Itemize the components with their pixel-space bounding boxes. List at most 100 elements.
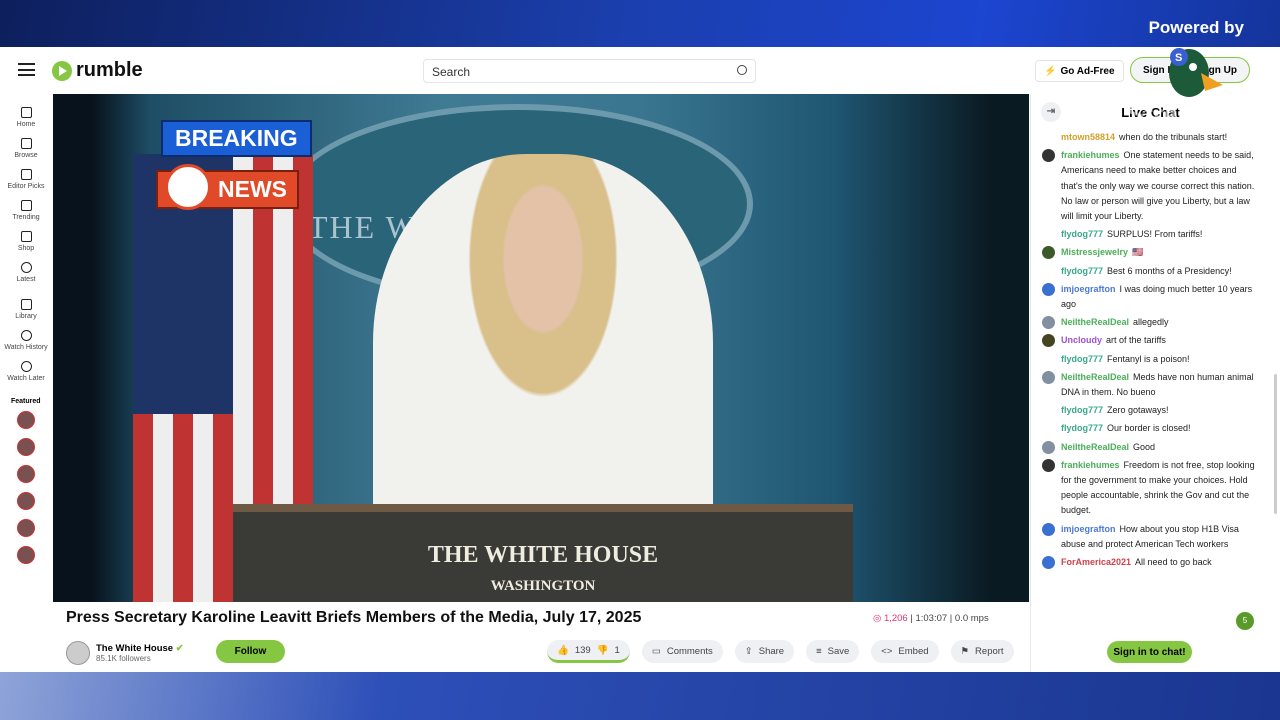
featured-channel-avatar[interactable] <box>17 519 35 537</box>
browse-icon <box>20 138 32 149</box>
chat-message: flydog777 SURPLUS! From tariffs! <box>1031 227 1263 245</box>
featured-channel-avatar[interactable] <box>17 492 35 510</box>
lightning-icon: ⚡ <box>1044 65 1057 77</box>
user-avatar[interactable] <box>1042 458 1055 472</box>
chat-username[interactable]: NeiltheRealDeal <box>1061 372 1129 382</box>
sidebar-item-label: Editor Picks <box>7 183 45 190</box>
chat-text: 🇺🇸 <box>1132 247 1144 258</box>
collapse-chat-icon[interactable]: ⇥ <box>1041 102 1061 122</box>
chat-username[interactable]: flydog777 <box>1061 266 1103 276</box>
chat-text: Good <box>1133 441 1156 452</box>
featured-channel-avatar[interactable] <box>17 465 35 483</box>
podium: THE WHITE HOUSE WASHINGTON <box>233 504 853 602</box>
go-ad-free-label: Go Ad-Free <box>1060 65 1115 77</box>
featured-channel-avatar[interactable] <box>17 411 35 429</box>
chat-username[interactable]: imjoegrafton <box>1061 524 1116 534</box>
podium-title: THE WHITE HOUSE <box>427 542 659 568</box>
award-icon <box>20 169 32 180</box>
rumble-play-icon <box>52 60 72 81</box>
sidebar-item-trending[interactable]: Trending <box>0 200 52 221</box>
streamyard-watermark: StreamYard <box>1127 99 1272 129</box>
sidebar-item-label: Latest <box>16 276 36 283</box>
user-avatar[interactable] <box>1042 282 1055 296</box>
sidebar-item-label: Browse <box>14 152 38 159</box>
sign-in-to-chat-button[interactable]: Sign in to chat! <box>1107 641 1192 663</box>
sidebar-item-browse[interactable]: Browse <box>0 138 52 159</box>
powered-by-label: Powered by <box>1148 18 1244 37</box>
new-messages-badge[interactable]: 5 <box>1236 612 1254 630</box>
logo-text: rumble <box>76 59 143 81</box>
chat-message: mtown58814 when do the tribunals start! <box>1031 130 1263 148</box>
chat-text: allegedly <box>1133 317 1169 328</box>
chat-text: Best 6 months of a Presidency! <box>1107 265 1232 276</box>
user-avatar[interactable] <box>1042 440 1055 454</box>
chat-text: All need to go back <box>1135 557 1212 568</box>
trending-icon <box>20 200 32 211</box>
featured-channel-avatar[interactable] <box>17 546 35 564</box>
sidebar-item-library[interactable]: Library <box>0 299 52 320</box>
chat-username[interactable]: frankiehumes <box>1061 150 1120 160</box>
clock-icon <box>20 262 32 273</box>
chat-username[interactable]: NeiltheRealDeal <box>1061 442 1129 452</box>
search-input[interactable]: Search <box>423 59 756 83</box>
chat-message: imjoegrafton How about you stop H1B Visa … <box>1031 522 1263 555</box>
chat-message: imjoegrafton I was doing much better 10 y… <box>1031 282 1263 315</box>
rumble-logo[interactable]: rumble <box>52 59 143 82</box>
user-avatar[interactable] <box>1042 370 1055 384</box>
search-icon[interactable] <box>737 65 747 75</box>
chat-text: One statement needs to be said, American… <box>1061 150 1255 222</box>
chat-message: frankiehumes One statement needs to be sa… <box>1031 148 1263 227</box>
chat-message: NeiltheRealDeal Good <box>1031 440 1263 458</box>
chat-message: flydog777 Our border is closed! <box>1031 421 1263 439</box>
chat-message: frankiehumes Freedom is not free, stop lo… <box>1031 458 1263 522</box>
sidebar-item-label: Shop <box>17 245 35 252</box>
user-avatar[interactable] <box>1042 246 1055 260</box>
shop-icon <box>20 231 32 242</box>
chat-username[interactable]: frankiehumes <box>1061 460 1120 470</box>
featured-channel-avatar[interactable] <box>17 438 35 456</box>
clock-icon <box>20 361 32 372</box>
sidebar-item-label: Watch History <box>4 344 48 351</box>
user-avatar[interactable] <box>1042 522 1055 536</box>
chat-scrollbar[interactable] <box>1274 374 1277 514</box>
sidebar-item-watch-later[interactable]: Watch Later <box>0 361 52 382</box>
streamyard-duck-logo: S <box>1169 48 1223 97</box>
chat-username[interactable]: mtown58814 <box>1061 132 1115 142</box>
home-icon <box>20 107 32 118</box>
chat-message: NeiltheRealDeal allegedly <box>1031 315 1263 333</box>
chat-username[interactable]: imjoegrafton <box>1061 284 1116 294</box>
video-player[interactable]: THE WHITE HOUSE THE WHITE HOUSE WASHINGT… <box>53 94 1029 602</box>
sidebar-item-label: Home <box>16 121 36 128</box>
user-avatar[interactable] <box>1042 149 1055 163</box>
chat-username[interactable]: flydog777 <box>1061 354 1103 364</box>
chat-message: flydog777 Best 6 months of a Presidency! <box>1031 264 1263 282</box>
chat-username[interactable]: ForAmerica2021 <box>1061 557 1131 567</box>
sidebar-item-home[interactable]: Home <box>0 107 52 128</box>
chat-text: art of the tariffs <box>1106 335 1166 346</box>
sidebar-item-shop[interactable]: Shop <box>0 231 52 252</box>
chat-username[interactable]: Mistressjewelry <box>1061 247 1128 257</box>
sidebar-item-latest[interactable]: Latest <box>0 262 52 283</box>
chat-text: SURPLUS! From tariffs! <box>1107 229 1203 240</box>
user-avatar[interactable] <box>1042 334 1055 348</box>
stream-bottom-bar <box>0 672 1280 720</box>
chat-username[interactable]: flydog777 <box>1061 405 1103 415</box>
svg-text:S: S <box>1175 52 1182 64</box>
featured-heading: Featured <box>11 398 41 405</box>
chat-username[interactable]: flydog777 <box>1061 423 1103 433</box>
sidebar-item-label: Trending <box>12 214 40 221</box>
chat-username[interactable]: Uncloudy <box>1061 335 1102 345</box>
user-avatar[interactable] <box>1042 316 1055 330</box>
podium-subtitle: WASHINGTON <box>490 578 596 594</box>
user-avatar[interactable] <box>1042 556 1055 570</box>
sidebar-item-editor-picks[interactable]: Editor Picks <box>0 169 52 190</box>
go-ad-free-button[interactable]: ⚡ Go Ad-Free <box>1035 60 1124 82</box>
chat-username[interactable]: NeiltheRealDeal <box>1061 317 1129 327</box>
chat-message: Mistressjewelry 🇺🇸 <box>1031 245 1263 263</box>
search-placeholder: Search <box>432 65 471 79</box>
globe-icon <box>165 164 211 210</box>
history-icon <box>20 330 32 341</box>
chat-messages[interactable]: mtown58814 when do the tribunals start! fr… <box>1031 130 1263 630</box>
chat-username[interactable]: flydog777 <box>1061 229 1103 239</box>
sidebar-item-watch-history[interactable]: Watch History <box>0 330 52 351</box>
